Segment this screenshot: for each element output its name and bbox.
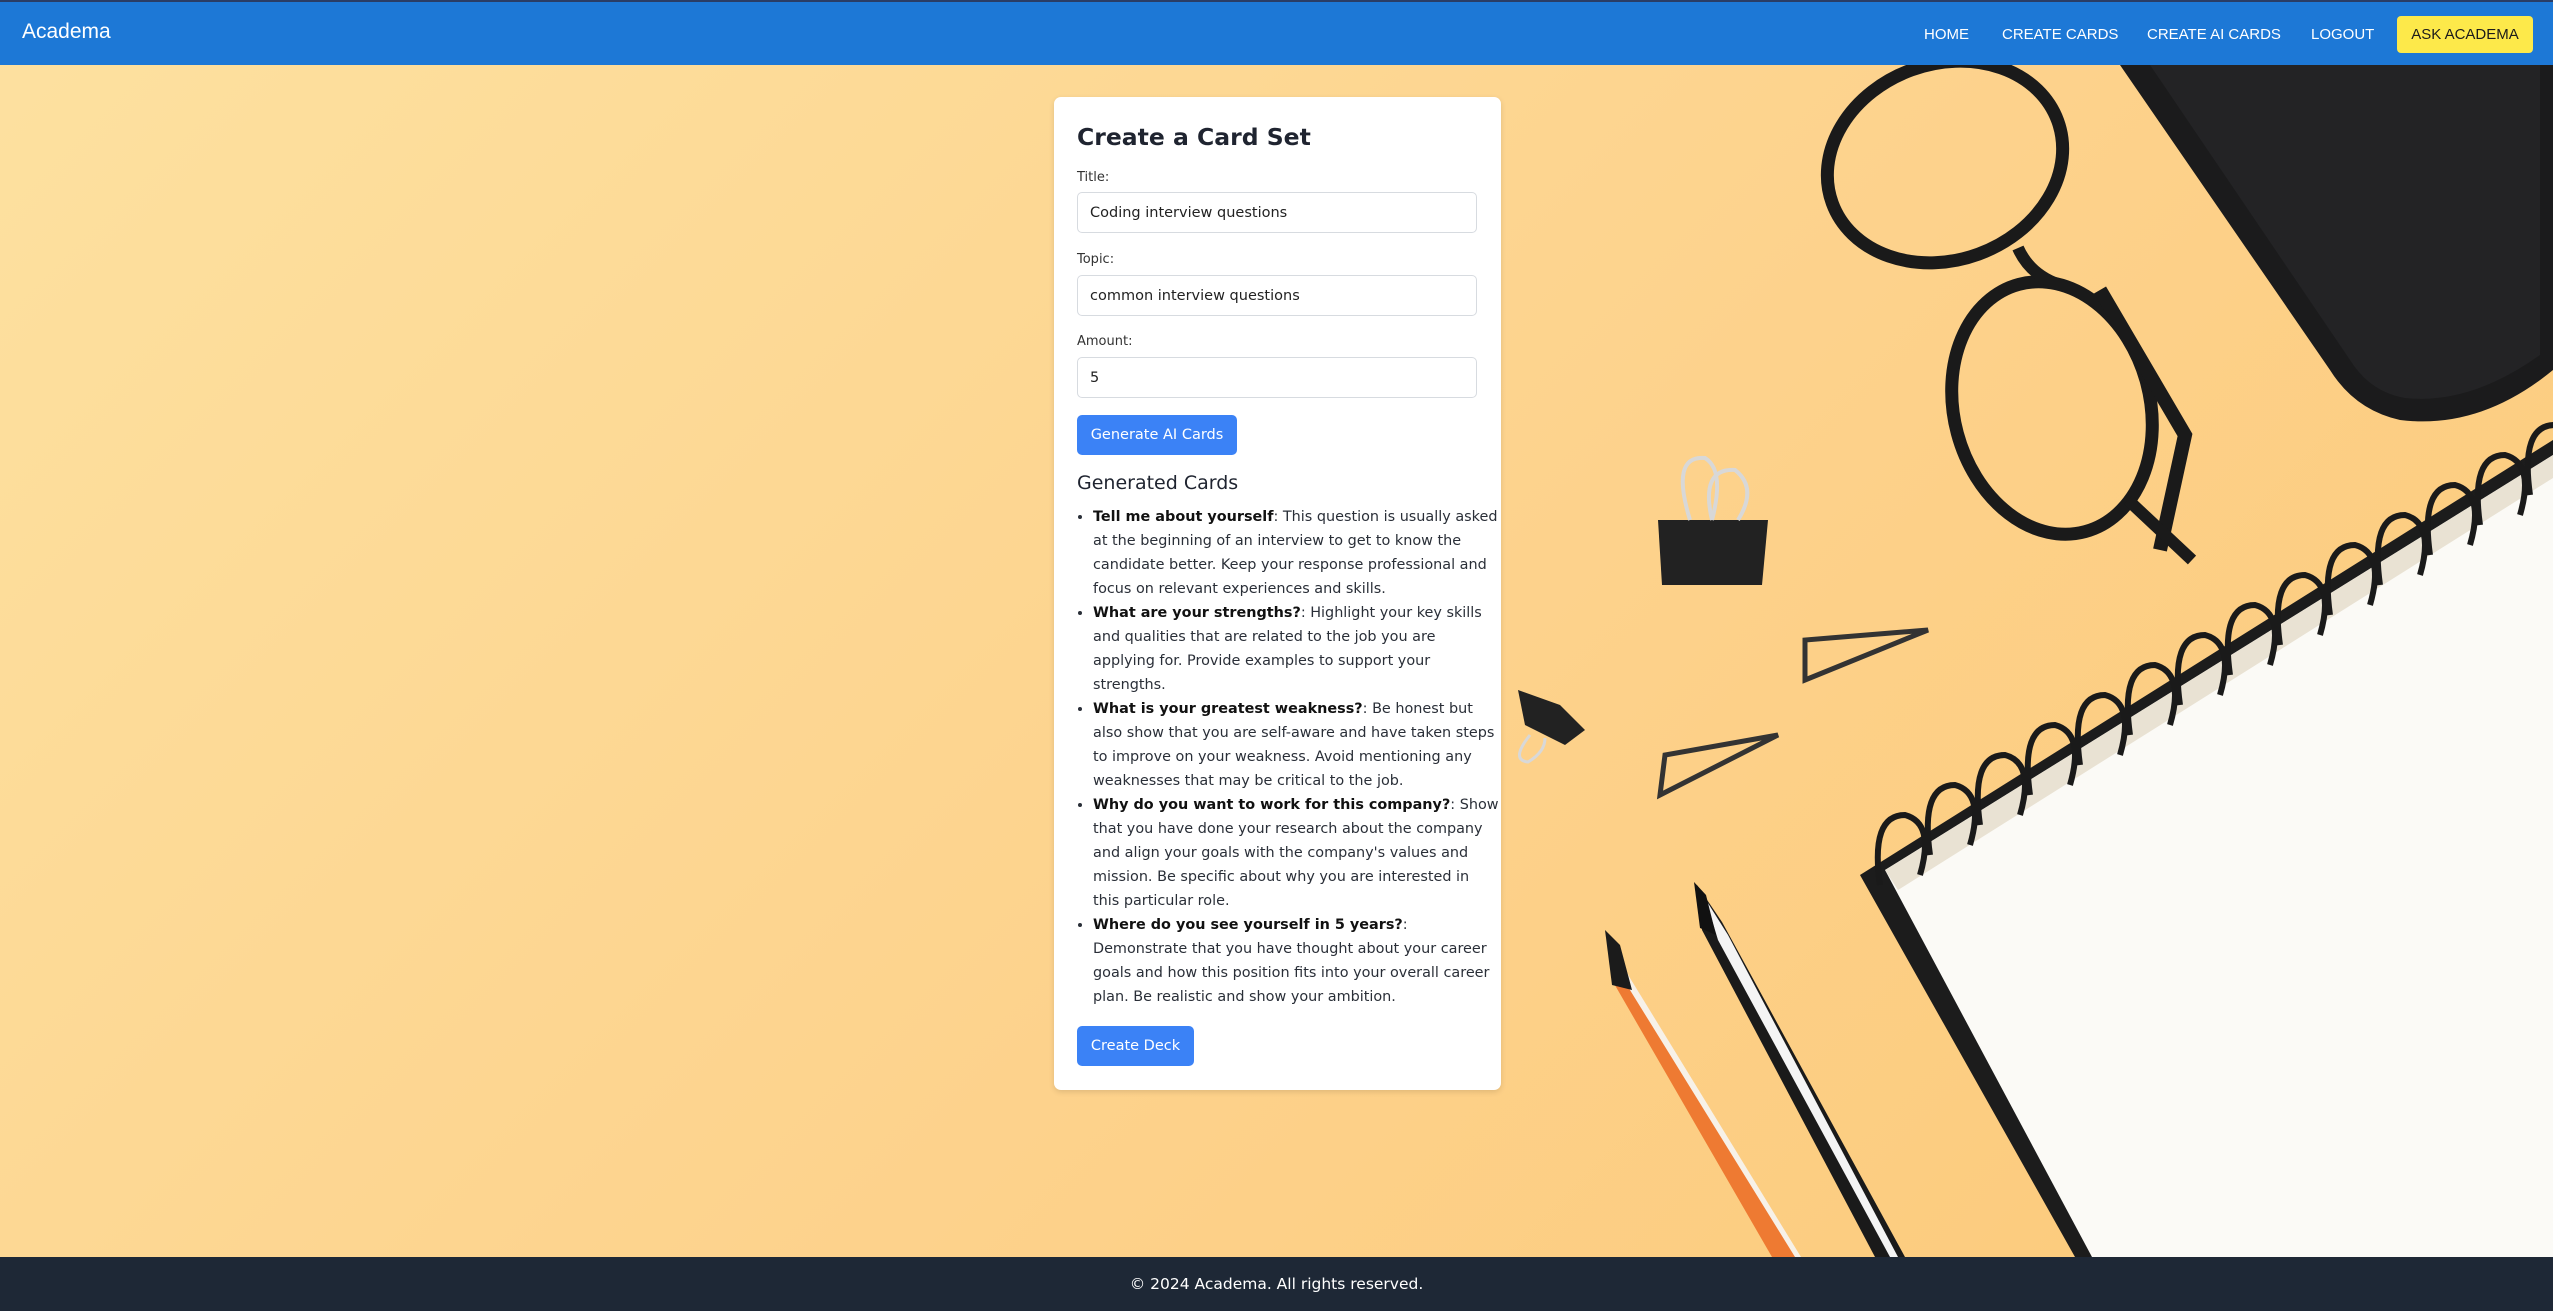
topic-label: Topic: bbox=[1077, 252, 1115, 267]
card-question: Why do you want to work for this company… bbox=[1093, 797, 1451, 813]
generated-cards-heading: Generated Cards bbox=[1077, 472, 1239, 494]
navbar: Academa HOME CREATE CARDS CREATE AI CARD… bbox=[0, 0, 2553, 65]
card-question: What is your greatest weakness? bbox=[1093, 701, 1363, 717]
generate-ai-cards-button[interactable]: Generate AI Cards bbox=[1077, 415, 1237, 455]
title-input[interactable] bbox=[1077, 192, 1477, 233]
nav-home[interactable]: HOME bbox=[1924, 26, 1969, 43]
ask-academa-button[interactable]: ASK ACADEMA bbox=[2397, 16, 2533, 53]
list-item: What is your greatest weakness?: Be hone… bbox=[1093, 697, 1499, 793]
page-title: Create a Card Set bbox=[1077, 123, 1311, 151]
list-item: What are your strengths?: Highlight your… bbox=[1093, 601, 1499, 697]
card-question: Tell me about yourself bbox=[1093, 509, 1274, 525]
small-binder-clip-image bbox=[1518, 690, 1585, 764]
binder-clip-image bbox=[1658, 455, 1768, 585]
nav-logout[interactable]: LOGOUT bbox=[2311, 26, 2374, 43]
copyright-text: © 2024 Academa. All rights reserved. bbox=[1129, 1275, 1424, 1293]
footer: © 2024 Academa. All rights reserved. bbox=[0, 1257, 2553, 1311]
paper-clip-image bbox=[1656, 627, 1929, 800]
amount-label: Amount: bbox=[1077, 334, 1133, 349]
topic-input[interactable] bbox=[1077, 275, 1477, 316]
black-pen-image bbox=[1694, 882, 1905, 1257]
create-deck-button[interactable]: Create Deck bbox=[1077, 1026, 1194, 1066]
list-item: Tell me about yourself: This question is… bbox=[1093, 505, 1499, 601]
brand-logo[interactable]: Academa bbox=[22, 20, 111, 44]
create-card-set-panel: Create a Card Set Title: Topic: Amount: … bbox=[1054, 97, 1501, 1090]
list-item: Why do you want to work for this company… bbox=[1093, 793, 1499, 913]
card-question: Where do you see yourself in 5 years? bbox=[1093, 917, 1403, 933]
orange-pen-image bbox=[1605, 930, 1801, 1257]
card-answer: : Show that you have done your research … bbox=[1093, 797, 1499, 909]
phone-image bbox=[2120, 65, 2553, 422]
card-question: What are your strengths? bbox=[1093, 605, 1301, 621]
nav-create-ai-cards[interactable]: CREATE AI CARDS bbox=[2147, 26, 2281, 43]
title-label: Title: bbox=[1077, 170, 1110, 185]
glasses-image bbox=[1820, 65, 2197, 565]
generated-cards-list: Tell me about yourself: This question is… bbox=[1077, 505, 1499, 1009]
list-item: Where do you see yourself in 5 years?: D… bbox=[1093, 913, 1499, 1009]
amount-input[interactable] bbox=[1077, 357, 1477, 398]
nav-create-cards[interactable]: CREATE CARDS bbox=[2002, 26, 2118, 43]
notebook-image bbox=[1860, 422, 2553, 1257]
